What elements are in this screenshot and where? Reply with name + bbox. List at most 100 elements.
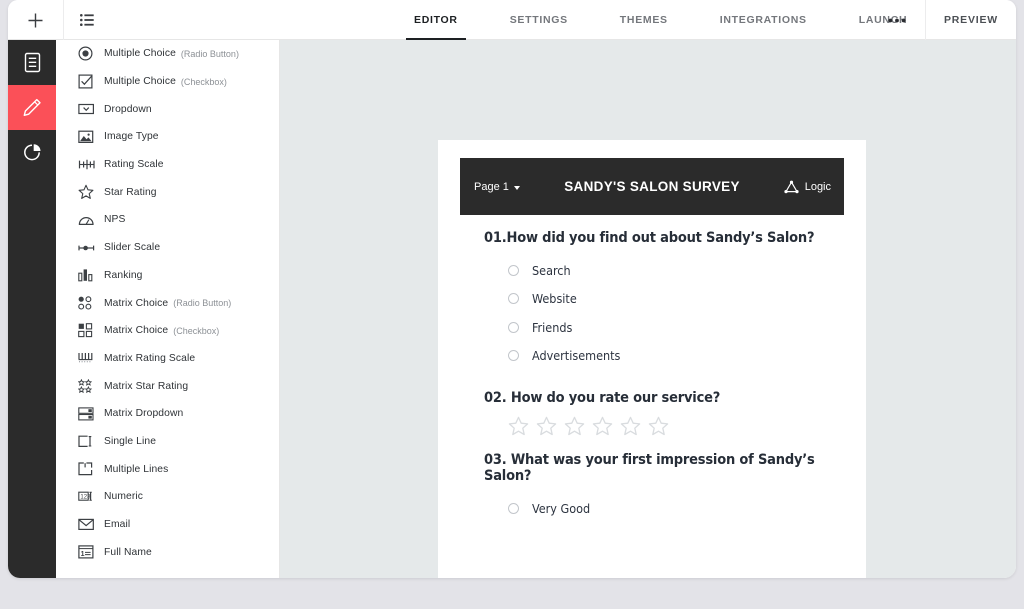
star-icon[interactable] (536, 416, 557, 436)
star-icon[interactable] (620, 416, 641, 436)
sidebar-item-star-rating[interactable]: Star Rating (56, 178, 279, 206)
question-title: 01.How did you find out about Sandy’s Sa… (484, 230, 815, 246)
option-label: Search (532, 262, 571, 278)
sidebar-item-matrix-choice-checkbox[interactable]: Matrix Choice (Checkbox) (56, 317, 279, 345)
option-row[interactable]: Search (508, 256, 844, 285)
sidebar-item-nps[interactable]: NPS (56, 206, 279, 234)
document-icon (24, 52, 40, 73)
sidebar-item-multiple-choice-radio[interactable]: Multiple Choice (Radio Button) (56, 40, 279, 68)
sidebar-item-multiple-choice-checkbox[interactable]: Multiple Choice (Checkbox) (56, 68, 279, 96)
dropdown-icon (78, 103, 104, 115)
sidebar-item-multiple-lines[interactable]: Multiple Lines (56, 455, 279, 483)
logic-triangle-icon (784, 180, 799, 193)
preview-button[interactable]: PREVIEW (926, 0, 1016, 40)
sidebar-item-label: Single Line (104, 435, 157, 447)
single-line-icon (78, 435, 104, 448)
tab-themes-label: THEMES (619, 14, 668, 26)
star-icon[interactable] (592, 416, 613, 436)
list-view-button[interactable] (64, 0, 110, 40)
star-icon[interactable] (564, 416, 585, 436)
sidebar-item-label: Ranking (104, 269, 143, 281)
option-label: Friends (532, 319, 573, 335)
app-window: EDITOR SETTINGS THEMES INTEGRATIONS LAUN… (8, 0, 1016, 578)
sidebar-item-ranking[interactable]: Ranking (56, 262, 279, 290)
full-name-icon: 1 (78, 545, 104, 559)
radio-icon[interactable] (508, 264, 519, 276)
option-label: Very Good (532, 500, 591, 516)
sidebar-item-label: Matrix Choice (104, 297, 169, 309)
image-icon (78, 130, 104, 144)
slider-icon (78, 243, 104, 253)
option-label: Advertisements (532, 348, 621, 364)
sidebar-item-slider-scale[interactable]: Slider Scale (56, 234, 279, 262)
sidebar-item-single-line[interactable]: Single Line (56, 428, 279, 456)
radio-icon[interactable] (508, 350, 519, 362)
gauge-icon (78, 214, 104, 226)
survey-card: Page 1 SANDY'S SALON SURVEY Logic 01.How… (438, 140, 866, 578)
sidebar-item-matrix-dropdown[interactable]: Matrix Dropdown (56, 400, 279, 428)
sidebar-item-label: Slider Scale (104, 242, 161, 254)
rail-item-pages[interactable] (8, 40, 56, 85)
sidebar-item-numeric[interactable]: 123 Numeric (56, 483, 279, 511)
sidebar-item-label: Rating Scale (104, 159, 164, 171)
option-row[interactable]: Advertisements (508, 342, 844, 371)
tab-themes[interactable]: THEMES (594, 0, 694, 40)
sidebar-item-label: Star Rating (104, 186, 157, 198)
tab-settings[interactable]: SETTINGS (484, 0, 594, 40)
left-icon-rail (8, 40, 56, 578)
question-title: 03. What was your first impression of Sa… (484, 452, 815, 484)
sidebar-item-matrix-star-rating[interactable]: Matrix Star Rating (56, 372, 279, 400)
survey-header: Page 1 SANDY'S SALON SURVEY Logic (460, 158, 844, 215)
matrix-rating-icon (78, 351, 104, 365)
sidebar-item-label: Image Type (104, 131, 159, 143)
question-block-2[interactable]: 02. How do you rate our service? (460, 390, 844, 436)
option-row[interactable]: Website (508, 285, 844, 314)
logic-button-label: Logic (804, 180, 831, 193)
sidebar-item-label: Matrix Dropdown (104, 408, 184, 420)
sidebar-item-label: Matrix Choice (104, 325, 169, 337)
multiple-lines-icon (78, 462, 104, 476)
tab-integrations[interactable]: INTEGRATIONS (694, 0, 833, 40)
sidebar-item-label: Multiple Choice (104, 76, 176, 88)
rail-item-editor[interactable] (8, 85, 56, 130)
preview-button-label: PREVIEW (943, 14, 999, 26)
radio-icon[interactable] (508, 293, 519, 305)
question-block-3[interactable]: 03. What was your first impression of Sa… (460, 452, 844, 523)
sidebar-item-label: Full Name (104, 546, 152, 558)
tab-integrations-label: INTEGRATIONS (719, 14, 807, 26)
sidebar-item-label: Email (104, 519, 131, 531)
sidebar-item-label: Multiple Lines (104, 463, 169, 475)
matrix-checkbox-icon (78, 323, 104, 338)
sidebar-item-full-name[interactable]: 1 Full Name (56, 538, 279, 566)
sidebar-item-label: Numeric (104, 491, 144, 503)
pencil-edit-icon (23, 98, 41, 116)
option-row[interactable]: Friends (508, 313, 844, 342)
add-button[interactable] (8, 0, 64, 40)
star-rating-control[interactable] (508, 416, 844, 436)
option-row[interactable]: Very Good (508, 494, 844, 523)
sidebar-item-sublabel: (Radio Button) (180, 48, 239, 59)
star-icon[interactable] (508, 416, 529, 436)
rail-item-results[interactable] (8, 130, 56, 175)
radio-icon[interactable] (508, 502, 519, 514)
more-options-button[interactable] (868, 0, 926, 40)
element-types-sidebar[interactable]: Multiple Choice (Radio Button) Multiple … (56, 40, 280, 578)
star-icon[interactable] (648, 416, 669, 436)
tab-editor[interactable]: EDITOR (388, 0, 484, 40)
ellipsis-icon (888, 18, 905, 22)
logic-button[interactable]: Logic (784, 180, 831, 194)
question-spacer (460, 374, 844, 390)
question-block-1[interactable]: 01.How did you find out about Sandy’s Sa… (460, 230, 844, 370)
sidebar-item-image-type[interactable]: Image Type (56, 123, 279, 151)
sidebar-item-email[interactable]: Email (56, 511, 279, 539)
sidebar-item-label: NPS (104, 214, 126, 226)
pie-chart-icon (23, 144, 40, 161)
sidebar-item-dropdown[interactable]: Dropdown (56, 95, 279, 123)
tab-editor-label: EDITOR (414, 14, 458, 26)
sidebar-item-rating-scale[interactable]: Rating Scale (56, 151, 279, 179)
list-view-icon (80, 14, 94, 26)
sidebar-item-matrix-choice-radio[interactable]: Matrix Choice (Radio Button) (56, 289, 279, 317)
checkbox-icon (78, 74, 104, 89)
radio-icon[interactable] (508, 321, 519, 333)
sidebar-item-matrix-rating-scale[interactable]: Matrix Rating Scale (56, 345, 279, 373)
